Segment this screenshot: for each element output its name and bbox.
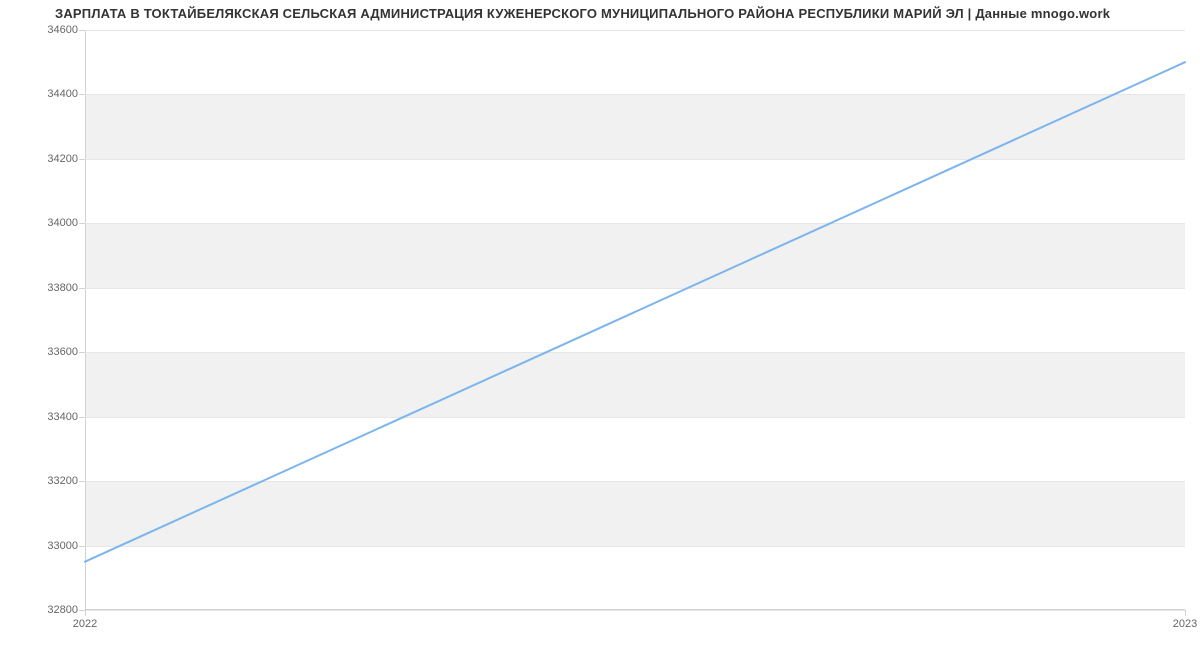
y-tick: [79, 352, 85, 353]
x-tick: [85, 610, 86, 616]
y-tick-label: 33200: [18, 475, 78, 487]
y-tick: [79, 94, 85, 95]
y-tick-label: 34200: [18, 153, 78, 165]
series-path: [85, 62, 1185, 561]
chart-title: ЗАРПЛАТА В ТОКТАЙБЕЛЯКСКАЯ СЕЛЬСКАЯ АДМИ…: [55, 6, 1110, 21]
x-tick-label: 2023: [1173, 618, 1197, 630]
y-tick: [79, 546, 85, 547]
y-tick: [79, 481, 85, 482]
chart-container: ЗАРПЛАТА В ТОКТАЙБЕЛЯКСКАЯ СЕЛЬСКАЯ АДМИ…: [0, 0, 1200, 650]
line-series-svg: [85, 30, 1185, 610]
y-tick-label: 33400: [18, 411, 78, 423]
y-tick-label: 33600: [18, 346, 78, 358]
y-tick: [79, 288, 85, 289]
y-tick-label: 33800: [18, 282, 78, 294]
y-grid-line: [85, 610, 1185, 611]
y-tick-label: 33000: [18, 540, 78, 552]
plot-area: [85, 30, 1185, 610]
y-tick-label: 34600: [18, 24, 78, 36]
y-tick: [79, 417, 85, 418]
y-tick-label: 34400: [18, 88, 78, 100]
y-tick: [79, 159, 85, 160]
y-tick: [79, 30, 85, 31]
y-tick-label: 32800: [18, 604, 78, 616]
y-tick-label: 34000: [18, 217, 78, 229]
y-tick: [79, 223, 85, 224]
x-tick-label: 2022: [73, 618, 97, 630]
x-tick: [1185, 610, 1186, 616]
